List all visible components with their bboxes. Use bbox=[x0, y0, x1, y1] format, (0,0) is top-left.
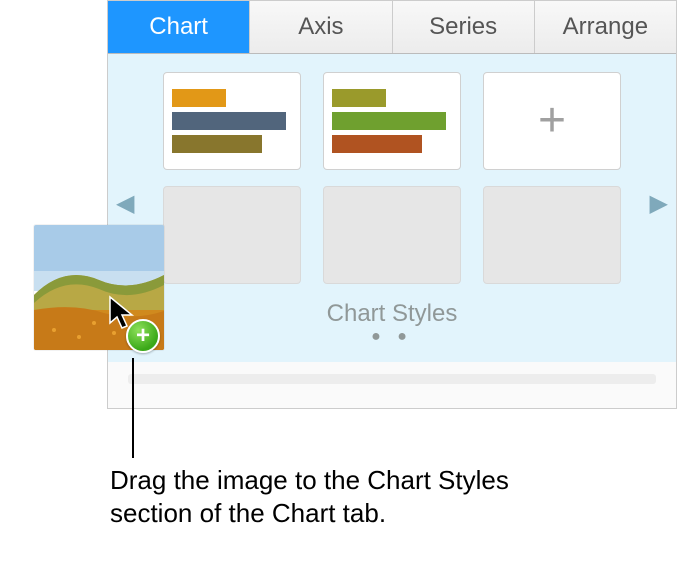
chart-styles-label: Chart Styles bbox=[144, 300, 640, 328]
plus-icon: + bbox=[538, 97, 566, 145]
add-chart-style-button[interactable]: + bbox=[483, 72, 621, 170]
styles-prev-arrow[interactable]: ◀ bbox=[116, 189, 134, 218]
add-badge-icon: + bbox=[126, 319, 160, 353]
format-panel: Chart Axis Series Arrange ◀ ▶ bbox=[107, 0, 677, 409]
chart-style-slot-empty[interactable] bbox=[483, 186, 621, 284]
tab-series[interactable]: Series bbox=[393, 1, 535, 53]
tab-arrange[interactable]: Arrange bbox=[535, 1, 676, 53]
tab-bar: Chart Axis Series Arrange bbox=[108, 0, 676, 54]
bar-chart-icon bbox=[172, 89, 292, 153]
styles-next-arrow[interactable]: ▶ bbox=[650, 189, 668, 218]
styles-pager-dots: ● ● bbox=[144, 328, 640, 352]
divider-line bbox=[128, 374, 656, 384]
styles-row-2 bbox=[144, 186, 640, 284]
tab-axis[interactable]: Axis bbox=[250, 1, 392, 53]
styles-row-1: + bbox=[144, 72, 640, 170]
bar-chart-icon bbox=[332, 89, 452, 153]
chart-style-thumb-2[interactable] bbox=[323, 72, 461, 170]
chart-styles-section: ◀ ▶ + bbox=[108, 54, 676, 362]
chart-style-slot-empty[interactable] bbox=[323, 186, 461, 284]
callout-leader-line bbox=[132, 358, 134, 458]
chart-style-thumb-1[interactable] bbox=[163, 72, 301, 170]
panel-divider-area bbox=[108, 362, 676, 408]
drag-cursor: + bbox=[108, 295, 168, 355]
callout-text: Drag the image to the Chart Styles secti… bbox=[110, 464, 540, 529]
chart-style-slot-empty[interactable] bbox=[163, 186, 301, 284]
tab-chart[interactable]: Chart bbox=[108, 1, 250, 53]
